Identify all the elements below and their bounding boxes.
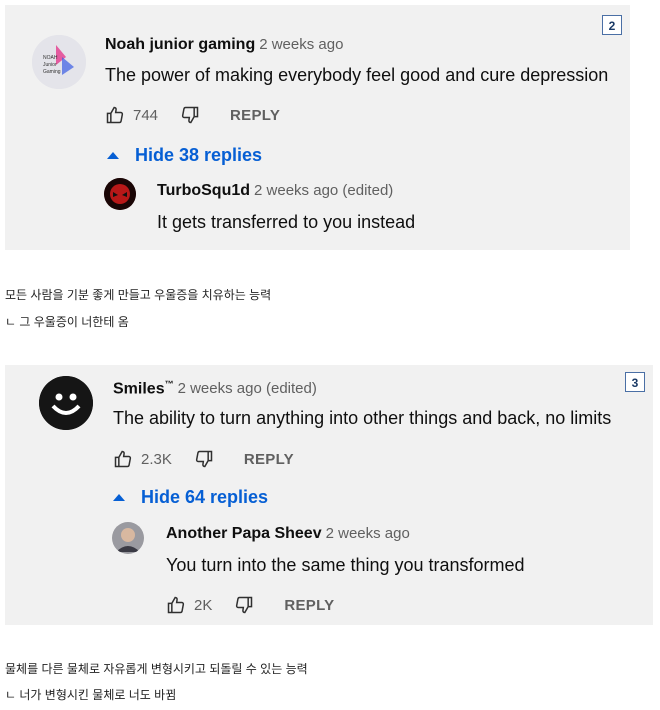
reply-author[interactable]: TurboSqu1d 2 weeks ago (edited) [157,182,393,200]
comment-actions: 2.3K REPLY [113,449,294,469]
like-icon[interactable] [105,105,125,125]
like-icon[interactable] [113,449,133,469]
collapse-up-icon [107,152,119,159]
card-number-badge: 3 [625,372,645,392]
like-icon[interactable] [166,595,186,615]
caption-punchline: ㄴ 그 우울증이 너한테 옴 [5,315,129,329]
comment-timestamp[interactable]: 2 weeks ago (edited) [178,380,317,397]
reply-button[interactable]: REPLY [244,451,294,468]
caption-translation: 모든 사람을 기분 좋게 만들고 우울증을 치유하는 능력 [5,288,272,302]
trademark-mark: ™ [164,379,174,389]
reply-author[interactable]: Another Papa Sheev 2 weeks ago [166,525,410,543]
hide-replies-label: Hide 64 replies [141,487,269,507]
avatar[interactable] [39,376,93,430]
svg-text:Gaming: Gaming [43,69,61,75]
reply-timestamp[interactable]: 2 weeks ago [326,525,410,542]
comment-actions: 744 REPLY [105,105,280,125]
hide-replies-button[interactable]: Hide 38 replies [107,145,262,166]
comment-timestamp[interactable]: 2 weeks ago [259,36,343,53]
reply-actions: 2K REPLY [166,595,335,615]
comment-author[interactable]: Smiles™ 2 weeks ago (edited) [113,379,317,398]
hide-replies-label: Hide 38 replies [135,145,263,165]
reply-button[interactable]: REPLY [230,107,280,124]
reply-author-name[interactable]: Another Papa Sheev [166,525,322,542]
like-count: 744 [133,106,159,124]
hide-replies-button[interactable]: Hide 64 replies [113,487,268,508]
comment-card-1: 2 NOAH Junior Gaming Noah junior gaming 2… [5,5,630,250]
like-count: 2K [194,596,213,614]
comment-author[interactable]: Noah junior gaming 2 weeks ago [105,36,343,54]
collapse-up-icon [113,494,125,501]
reply-text: You turn into the same thing you transfo… [166,555,525,575]
avatar[interactable]: NOAH Junior Gaming [32,35,86,89]
reply-avatar[interactable] [104,178,136,210]
caption-punchline: ㄴ 너가 변형시킨 물체로 너도 바뀜 [5,688,177,702]
reply-author-name[interactable]: TurboSqu1d [157,182,250,199]
dislike-icon[interactable] [194,449,214,469]
svg-text:Junior: Junior [43,62,57,68]
reply-text: It gets transferred to you instead [157,212,416,232]
like-count: 2.3K [141,450,172,468]
comment-text: The ability to turn anything into other … [113,408,612,428]
author-name[interactable]: Noah junior gaming [105,36,255,53]
reply-avatar[interactable] [112,522,144,554]
dislike-icon[interactable] [234,595,254,615]
comment-card-2: 3 Smiles™ 2 weeks ago (edited) The abilit… [5,365,653,625]
dislike-icon[interactable] [180,105,200,125]
svg-text:NOAH: NOAH [43,55,58,61]
author-name[interactable]: Smiles [113,380,165,397]
reply-timestamp[interactable]: 2 weeks ago (edited) [254,182,393,199]
caption-translation: 물체를 다른 물체로 자유롭게 변형시키고 되돌릴 수 있는 능력 [5,662,308,676]
reply-button[interactable]: REPLY [284,597,334,614]
card-number-badge: 2 [602,15,622,35]
comment-text: The power of making everybody feel good … [105,65,609,85]
